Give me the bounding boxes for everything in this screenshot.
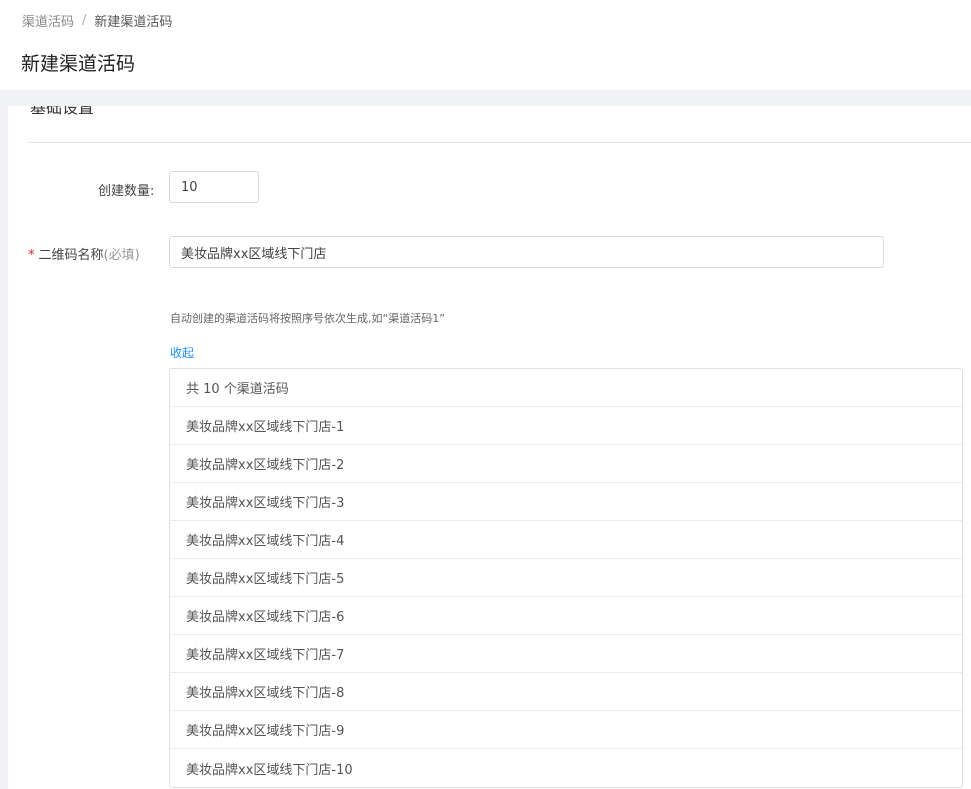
section-divider — [29, 142, 971, 143]
section-title: 基础设置 — [30, 106, 95, 117]
breadcrumb-current: 新建渠道活码 — [94, 15, 173, 30]
required-mark: * — [28, 248, 35, 263]
list-item: 美妆品牌xx区域线下门店-3 — [170, 483, 962, 521]
help-text: 自动创建的渠道活码将按照序号依次生成,如“渠道活码1” — [170, 312, 445, 325]
list-item: 美妆品牌xx区域线下门店-6 — [170, 597, 962, 635]
list-item: 美妆品牌xx区域线下门店-5 — [170, 559, 962, 597]
list-item: 美妆品牌xx区域线下门店-2 — [170, 445, 962, 483]
qrcode-name-input[interactable]: 美妆品牌xx区域线下门店 — [169, 236, 884, 268]
list-item: 美妆品牌xx区域线下门店-8 — [170, 673, 962, 711]
list-header: 共 10 个渠道活码 — [170, 369, 962, 407]
form-card: 基础设置 创建数量: 10 * 二维码名称(必填) 美妆品牌xx区域线下门店 自动… — [8, 106, 971, 789]
list-item: 美妆品牌xx区域线下门店-1 — [170, 407, 962, 445]
qrcode-name-label: * 二维码名称(必填) — [28, 244, 140, 263]
count-label: 创建数量: — [98, 184, 155, 199]
qrcode-name-label-text: 二维码名称 — [38, 248, 104, 263]
list-item: 美妆品牌xx区域线下门店-9 — [170, 711, 962, 749]
breadcrumb-parent-link[interactable]: 渠道活码 — [22, 11, 74, 30]
collapse-link[interactable]: 收起 — [170, 344, 194, 361]
list-item: 美妆品牌xx区域线下门店-10 — [186, 762, 353, 778]
breadcrumb-separator: / — [82, 13, 87, 28]
list-item: 美妆品牌xx区域线下门店-4 — [170, 521, 962, 559]
qrcode-list: 共 10 个渠道活码 美妆品牌xx区域线下门店-1 美妆品牌xx区域线下门店-2… — [169, 368, 963, 788]
list-item: 美妆品牌xx区域线下门店-7 — [170, 635, 962, 673]
required-hint: (必填) — [103, 248, 140, 263]
qrcode-name-input-value: 美妆品牌xx区域线下门店 — [181, 246, 327, 262]
count-input[interactable]: 10 — [169, 171, 259, 203]
page-title: 新建渠道活码 — [21, 53, 136, 75]
header-gap — [0, 90, 971, 106]
count-input-value: 10 — [181, 179, 198, 195]
breadcrumb: 渠道活码 / 新建渠道活码 — [22, 11, 172, 30]
page-header: 渠道活码 / 新建渠道活码 新建渠道活码 — [0, 0, 971, 90]
